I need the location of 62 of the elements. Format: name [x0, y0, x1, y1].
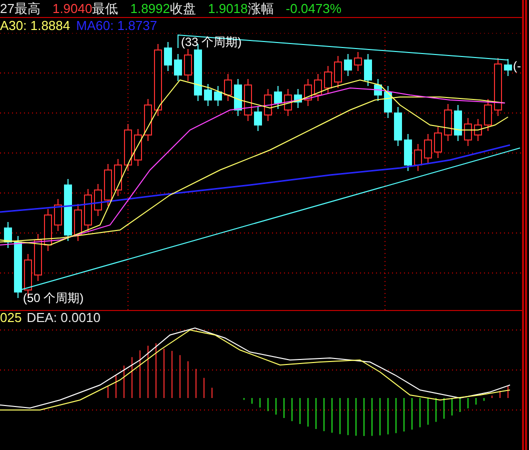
candlestick: [4, 222, 12, 248]
candlestick: [224, 74, 232, 102]
candlestick: [34, 234, 42, 282]
candlestick: [284, 88, 292, 116]
candlestick: [364, 54, 372, 86]
candlestick: [254, 106, 262, 132]
candlestick: [184, 48, 192, 82]
candlestick: [44, 208, 52, 252]
candlestick: [114, 158, 122, 196]
quote-text: 最低: [92, 2, 118, 15]
candlestick: [234, 78, 242, 116]
candlestick: [264, 88, 272, 122]
candlestick: [404, 134, 412, 172]
candlestick: [394, 106, 402, 146]
macd-label: 025: [0, 311, 22, 324]
candlestick: [124, 124, 132, 172]
moving-average-label: MA60: 1.8737: [76, 19, 158, 32]
macd-label: DEA: 0.0010: [26, 311, 100, 324]
candlestick: [104, 164, 112, 206]
candlestick: [134, 128, 142, 166]
moving-average-label: A30: 1.8884: [0, 19, 70, 32]
candlestick: [74, 204, 82, 242]
candlestick: [54, 198, 62, 232]
candlestick: [64, 178, 72, 242]
period-annotation: (-: [513, 60, 521, 72]
quote-text: 收盘: [170, 2, 196, 15]
candlestick: [214, 86, 222, 106]
candlestick: [384, 86, 392, 118]
candlestick: [414, 144, 422, 172]
candlestick: [424, 134, 432, 164]
candlestick: [244, 78, 252, 122]
quote-text: 27最高: [0, 2, 40, 15]
quote-text: -0.0473%: [286, 2, 342, 15]
candlestick: [94, 184, 102, 216]
candlestick: [294, 88, 302, 108]
candlestick: [354, 52, 362, 72]
candlestick: [504, 58, 512, 76]
candlestick: [324, 66, 332, 94]
quote-text: 涨幅: [248, 2, 274, 15]
candlestick: [174, 54, 182, 82]
candlestick: [14, 236, 22, 298]
candlestick: [84, 188, 92, 232]
candlestick: [444, 104, 452, 142]
candlestick: [454, 104, 462, 142]
candlestick: [474, 118, 482, 142]
candlestick: [484, 98, 492, 132]
candlestick: [274, 86, 282, 110]
candlestick: [164, 42, 172, 72]
candlestick: [374, 78, 382, 102]
candlestick: [204, 84, 212, 106]
candlestick: [494, 58, 502, 116]
candlestick: [434, 126, 442, 158]
candlestick: [334, 56, 342, 88]
candlestick: [464, 118, 472, 146]
candlestick: [144, 98, 152, 142]
candlestick: [304, 78, 312, 106]
quote-text: 1.9018: [208, 2, 248, 15]
quote-text: 1.9040: [52, 2, 92, 15]
period-annotation: (50 个周期): [23, 292, 84, 304]
quote-text: 1.8992: [130, 2, 170, 15]
candlestick: [344, 54, 352, 76]
candlestick: [314, 74, 322, 102]
